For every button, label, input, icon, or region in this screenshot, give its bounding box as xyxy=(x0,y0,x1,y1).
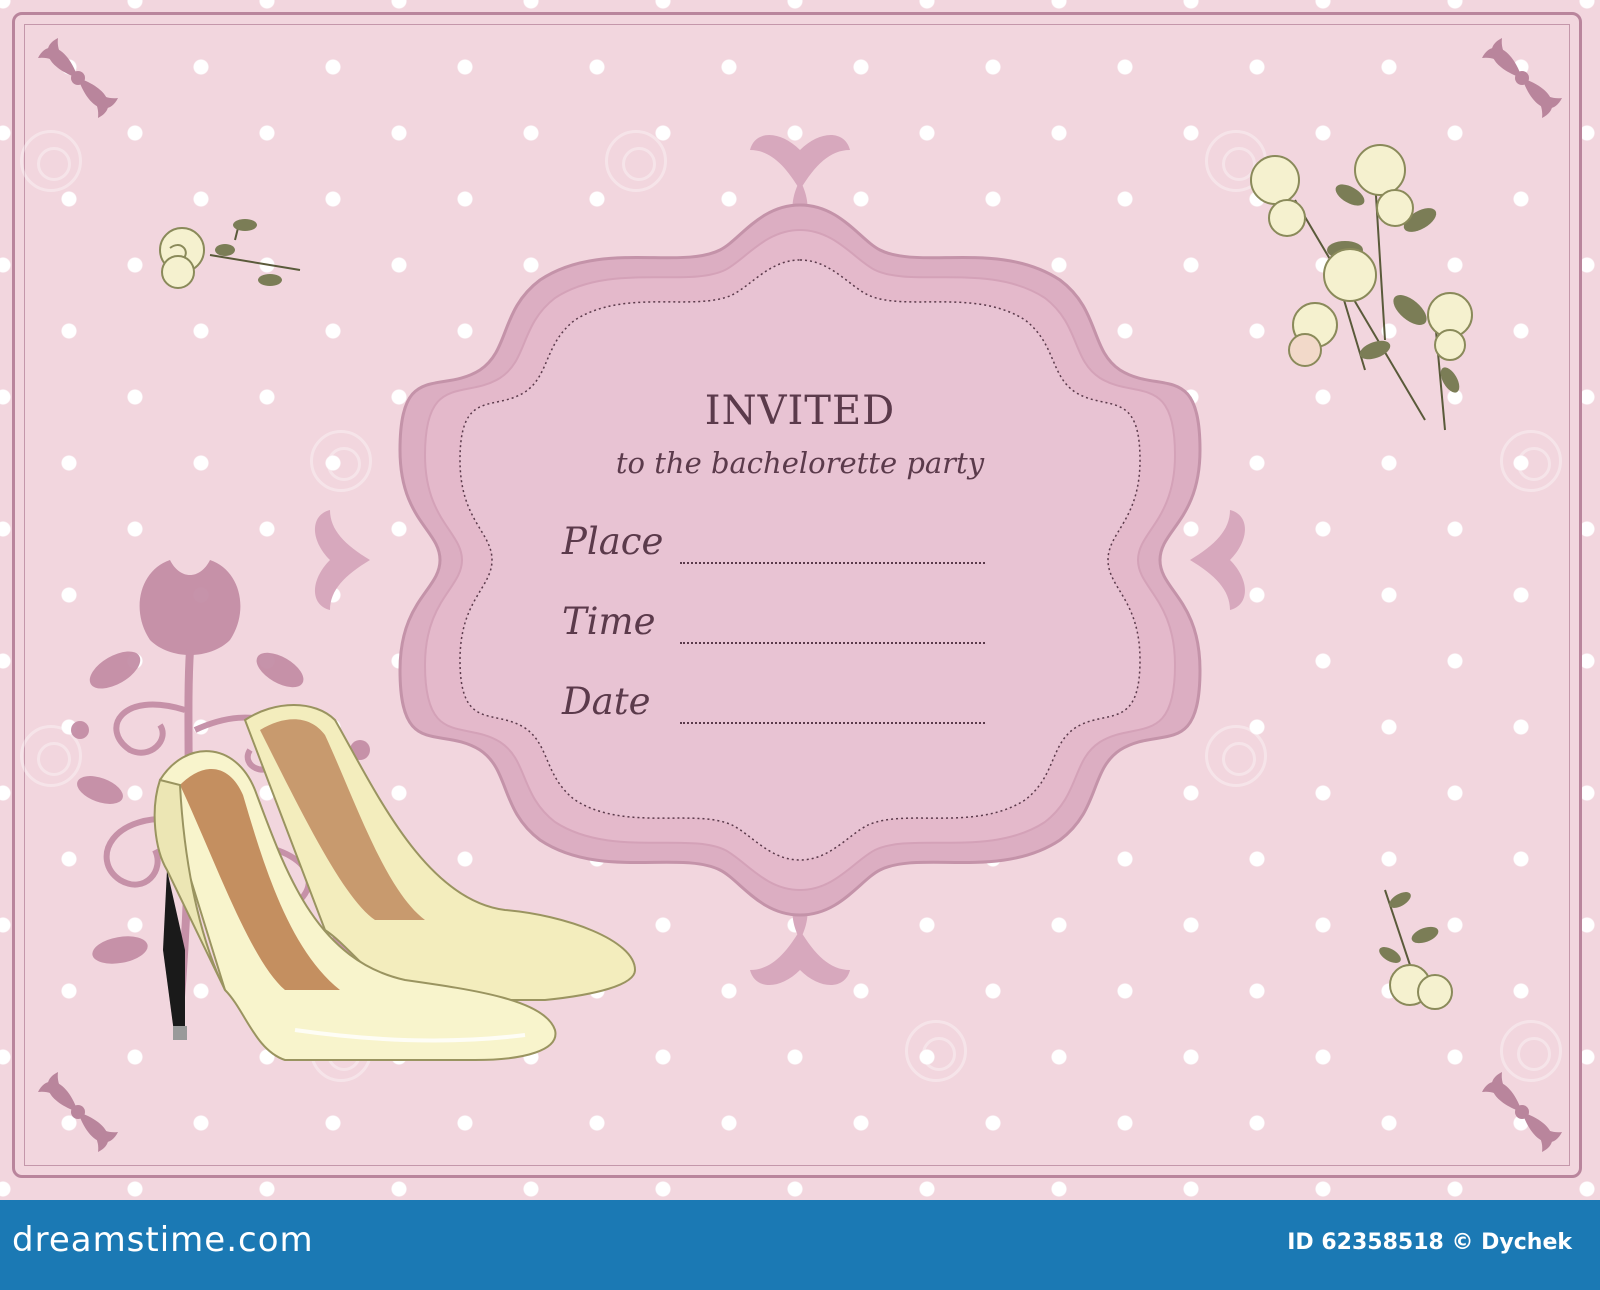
invitation-title: INVITED xyxy=(704,388,896,434)
high-heel-shoes-icon xyxy=(153,704,637,1061)
corner-ornament-icon xyxy=(1482,1072,1562,1152)
place-label: Place xyxy=(562,520,664,563)
corner-ornament-icon xyxy=(38,38,118,118)
date-field-line xyxy=(680,722,985,724)
time-field-line xyxy=(680,642,985,644)
watermark-icon xyxy=(20,130,82,192)
rose-sprig-icon xyxy=(1379,889,1453,1010)
watermark-icon xyxy=(905,1020,967,1082)
invitation-card-image: INVITED to the bachelorette party Place … xyxy=(0,0,1600,1290)
corner-ornament-icon xyxy=(1482,38,1562,118)
rose-sprig-icon xyxy=(159,219,301,289)
footer-bar: dreamstime.com ID 62358518 © Dychek xyxy=(0,1200,1600,1290)
time-label: Time xyxy=(562,600,656,643)
footer-id: ID 62358518 © Dychek xyxy=(1287,1230,1572,1255)
invitation-subtitle: to the bachelorette party xyxy=(615,446,985,480)
place-field-line xyxy=(680,562,985,564)
rose-bouquet-icon xyxy=(1250,144,1473,431)
footer-logo: dreamstime.com xyxy=(12,1220,314,1260)
corner-ornament-icon xyxy=(38,1072,118,1152)
watermark-icon xyxy=(1500,430,1562,492)
